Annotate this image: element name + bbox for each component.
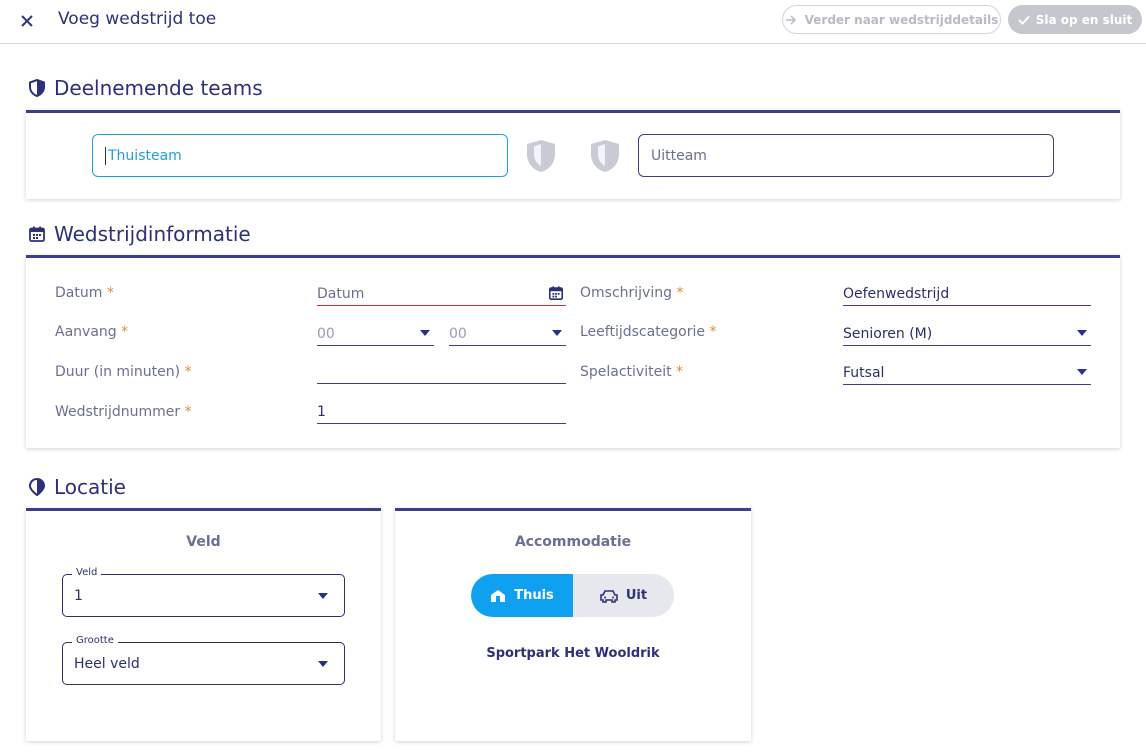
save-close-label: Sla op en sluit [1035, 12, 1133, 27]
match-info-section-label: Wedstrijdinformatie [54, 222, 251, 246]
description-label: Omschrijving * [580, 285, 684, 301]
away-option-label: Uit [625, 588, 648, 603]
start-hour-select[interactable]: 00 [317, 322, 434, 346]
field-select-value: 1 [74, 587, 83, 604]
chevron-down-icon [420, 330, 430, 336]
match-number-label: Wedstrijdnummer * [55, 404, 192, 420]
match-number-input[interactable]: 1 [317, 400, 566, 424]
description-input[interactable]: Oefenwedstrijd [843, 282, 1091, 306]
calendar-icon[interactable] [548, 285, 564, 301]
text-caret [105, 146, 106, 165]
date-input[interactable]: Datum [317, 282, 566, 306]
duration-label: Duur (in minuten) * [55, 364, 192, 380]
match-info-section-title: Wedstrijdinformatie [28, 222, 251, 246]
chevron-down-icon [318, 661, 328, 667]
teams-section-title: Deelnemende teams [28, 76, 263, 100]
size-select-legend: Grootte [72, 635, 118, 646]
size-select[interactable]: Grootte Heel veld [62, 635, 345, 685]
next-details-label: Verder naar wedstrijddetails [804, 12, 999, 27]
field-select-legend: Veld [72, 567, 102, 578]
teams-section-label: Deelnemende teams [54, 76, 263, 100]
chevron-down-icon [1077, 369, 1087, 375]
start-hour-value: 00 [317, 325, 335, 342]
chevron-down-icon [318, 593, 328, 599]
chevron-down-icon [1077, 330, 1087, 336]
activity-value: Futsal [843, 364, 885, 381]
away-team-input[interactable]: Uitteam [638, 134, 1054, 177]
venue-name: Sportpark Het Wooldrik [486, 646, 660, 661]
home-shield-icon [527, 140, 555, 172]
home-team-input[interactable]: Thuisteam [92, 134, 508, 177]
arrow-right-icon [785, 14, 796, 25]
top-bar: Voeg wedstrijd toe Verder naar wedstrijd… [0, 0, 1146, 44]
close-icon [21, 15, 33, 27]
start-time-label: Aanvang * [55, 324, 129, 340]
next-details-button[interactable]: Verder naar wedstrijddetails [782, 5, 1001, 34]
age-category-select[interactable]: Senioren (M) [843, 322, 1091, 346]
car-icon [600, 589, 618, 603]
home-icon [491, 589, 506, 602]
field-card-title: Veld [186, 534, 221, 550]
check-icon [1018, 15, 1030, 25]
field-select[interactable]: Veld 1 [62, 567, 345, 617]
age-category-value: Senioren (M) [843, 325, 933, 342]
date-input-value: Datum [317, 285, 365, 302]
start-minute-value: 00 [449, 325, 467, 342]
away-option-button[interactable]: Uit [573, 574, 674, 617]
save-close-button[interactable]: Sla op en sluit [1008, 5, 1142, 34]
away-shield-icon [591, 140, 619, 172]
description-value: Oefenwedstrijd [843, 285, 950, 302]
close-button[interactable] [14, 8, 40, 34]
size-select-value: Heel veld [74, 655, 140, 672]
location-pin-icon [28, 478, 46, 496]
home-team-placeholder: Thuisteam [108, 147, 182, 164]
home-option-button[interactable]: Thuis [471, 574, 573, 617]
activity-select[interactable]: Futsal [843, 361, 1091, 385]
home-away-toggle: Thuis Uit [471, 574, 674, 617]
match-number-value: 1 [317, 403, 326, 420]
age-category-label: Leeftijdscategorie * [580, 324, 717, 340]
home-option-label: Thuis [514, 588, 554, 603]
location-section-title: Locatie [28, 475, 126, 499]
start-minute-select[interactable]: 00 [449, 322, 566, 346]
accommodation-card-title: Accommodatie [514, 534, 632, 550]
chevron-down-icon [552, 330, 562, 336]
calendar-icon [29, 226, 45, 242]
page-title: Voeg wedstrijd toe [58, 9, 217, 29]
shield-icon [29, 79, 45, 97]
date-label: Datum * [55, 285, 114, 301]
activity-label: Spelactiviteit * [580, 364, 684, 380]
away-team-placeholder: Uitteam [651, 147, 707, 164]
location-section-label: Locatie [54, 475, 126, 499]
duration-input[interactable] [317, 360, 566, 384]
